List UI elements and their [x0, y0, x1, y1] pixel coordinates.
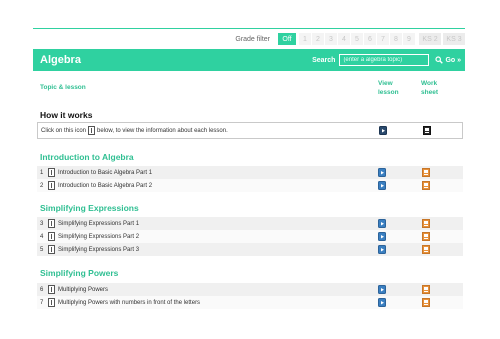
lesson-row: 6 Multiplying Powers	[37, 283, 463, 296]
view-header-line2: lesson	[378, 89, 399, 96]
title-bar: Algebra Search Go »	[33, 49, 465, 71]
lesson-info-icon[interactable]	[48, 168, 55, 177]
grade-6-button[interactable]: 6	[364, 33, 376, 45]
lesson-info-icon[interactable]	[48, 219, 55, 228]
top-rule	[33, 28, 465, 29]
lesson-row: 2 Introduction to Basic Algebra Part 2	[37, 179, 463, 192]
worksheet-icon[interactable]	[422, 245, 430, 254]
lesson-info-icon[interactable]	[48, 285, 55, 294]
lesson-number: 5	[40, 246, 44, 253]
view-lesson-column-header: View lesson	[378, 79, 402, 97]
grade-3-button[interactable]: 3	[325, 33, 337, 45]
lesson-number: 2	[40, 182, 44, 189]
lesson-title: Introduction to Basic Algebra Part 2	[58, 182, 153, 189]
section-title: Simplifying Expressions	[40, 203, 139, 213]
section-title: Introduction to Algebra	[40, 152, 134, 162]
play-video-icon[interactable]	[378, 168, 386, 177]
lesson-title: Simplifying Expressions Part 1	[58, 220, 140, 227]
lesson-title: Simplifying Expressions Part 2	[58, 233, 140, 240]
how-it-works-box: Click on this icon below, to view the in…	[37, 122, 463, 139]
play-video-icon[interactable]	[378, 181, 386, 190]
topic-column-header: Topic & lesson	[40, 84, 86, 91]
worksheet-icon[interactable]	[422, 232, 430, 241]
lesson-title: Simplifying Expressions Part 3	[58, 246, 140, 253]
lesson-number: 4	[40, 233, 44, 240]
ks3-button[interactable]: KS 3	[443, 33, 465, 45]
grade-filter-label: Grade filter	[235, 35, 270, 43]
worksheet-column-header: Work sheet	[421, 79, 445, 97]
how-it-works-title: How it works	[40, 110, 93, 120]
grade-1-button[interactable]: 1	[299, 33, 311, 45]
view-lesson-sample-icon	[379, 126, 387, 135]
lesson-title: Multiplying Powers with numbers in front…	[58, 299, 201, 306]
lesson-row: 5 Simplifying Expressions Part 3	[37, 243, 463, 256]
play-video-icon[interactable]	[378, 285, 386, 294]
play-video-icon[interactable]	[378, 245, 386, 254]
worksheet-sample-icon	[423, 126, 431, 135]
grade-filter: Grade filter Off 1 2 3 4 5 6 7 8 9 KS 2 …	[33, 33, 465, 45]
grade-off-button[interactable]: Off	[278, 33, 296, 45]
go-button[interactable]: Go »	[435, 56, 461, 64]
ks2-button[interactable]: KS 2	[419, 33, 441, 45]
search-label: Search	[312, 56, 336, 64]
lesson-info-icon[interactable]	[48, 298, 55, 307]
work-header-line1: Work	[421, 80, 438, 87]
section-title: Simplifying Powers	[40, 268, 119, 278]
play-video-icon[interactable]	[378, 298, 386, 307]
lesson-row: 7 Multiplying Powers with numbers in fro…	[37, 296, 463, 309]
lesson-number: 6	[40, 286, 44, 293]
lesson-row: 1 Introduction to Basic Algebra Part 1	[37, 166, 463, 179]
how-it-works-text: Click on this icon below, to view the in…	[41, 126, 228, 135]
work-header-line2: sheet	[421, 89, 438, 96]
how-text-before: Click on this icon	[41, 127, 87, 134]
lesson-number: 1	[40, 169, 44, 176]
view-header-line1: View	[378, 80, 393, 87]
worksheet-icon[interactable]	[422, 285, 430, 294]
grade-8-button[interactable]: 8	[390, 33, 402, 45]
grade-5-button[interactable]: 5	[351, 33, 363, 45]
worksheet-icon[interactable]	[422, 181, 430, 190]
lesson-title: Multiplying Powers	[58, 286, 109, 293]
grade-4-button[interactable]: 4	[338, 33, 350, 45]
worksheet-icon[interactable]	[422, 219, 430, 228]
grade-2-button[interactable]: 2	[312, 33, 324, 45]
play-video-icon[interactable]	[378, 219, 386, 228]
lesson-info-icon[interactable]	[48, 232, 55, 241]
lesson-info-icon[interactable]	[48, 245, 55, 254]
lesson-number: 7	[40, 299, 44, 306]
lesson-info-icon	[88, 126, 96, 135]
search-area: Search Go »	[312, 54, 461, 66]
page-title: Algebra	[40, 54, 81, 66]
play-video-icon[interactable]	[378, 232, 386, 241]
search-input[interactable]	[339, 54, 430, 66]
worksheet-icon[interactable]	[422, 298, 430, 307]
lesson-info-icon[interactable]	[48, 181, 55, 190]
lesson-row: 4 Simplifying Expressions Part 2	[37, 230, 463, 243]
lesson-title: Introduction to Basic Algebra Part 1	[58, 169, 153, 176]
worksheet-icon[interactable]	[422, 168, 430, 177]
column-headers: Topic & lesson View lesson Work sheet	[33, 78, 465, 100]
magnifier-icon	[435, 56, 444, 64]
lesson-row: 3 Simplifying Expressions Part 1	[37, 217, 463, 230]
grade-7-button[interactable]: 7	[377, 33, 389, 45]
grade-9-button[interactable]: 9	[403, 33, 415, 45]
go-label: Go »	[445, 56, 461, 64]
lesson-number: 3	[40, 220, 44, 227]
how-text-after: below, to view the information about eac…	[97, 127, 228, 134]
